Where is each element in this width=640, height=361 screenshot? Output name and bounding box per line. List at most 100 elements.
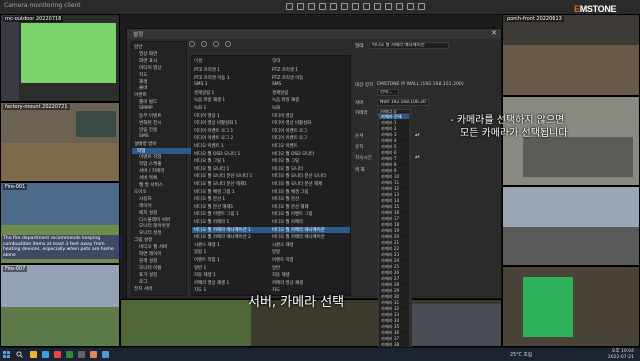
job-row[interactable]: 비디오 월 분산 1 비디오 월 분산: [192, 196, 350, 202]
nav-item[interactable]: 그림 설정: [134, 237, 152, 243]
nav-item[interactable]: 화면 레이어: [134, 251, 162, 257]
taskbar-app-icon[interactable]: [66, 351, 73, 358]
layout-icon[interactable]: [286, 3, 293, 10]
job-row[interactable]: 비디오 월 카메라 애니메이션 2 비디오 월 카메라 애니메이션: [192, 234, 350, 240]
job-row[interactable]: 비디오 이벤트 1 비디오 이벤트: [192, 143, 350, 149]
taskbar-app-icon[interactable]: [78, 351, 85, 358]
job-row[interactable]: PTZ 프리셋 1 PTZ 프리셋 1: [192, 67, 350, 73]
job-row[interactable]: 카메라 영상 재생 1 카메라 영상 재생: [192, 280, 350, 286]
taskbar-edge-icon[interactable]: [42, 351, 49, 358]
job-row[interactable]: 비디오 월 모니터 1 비디오 월 모니터: [192, 166, 350, 172]
system-clock[interactable]: 오후 10:04 2022-07-21: [608, 349, 634, 360]
job-row[interactable]: 비디오 월 그릴 1 비디오 월 그릴: [192, 158, 350, 164]
delete-icon[interactable]: [213, 41, 219, 47]
job-row[interactable]: SMS 1 SMS: [192, 82, 350, 88]
job-row[interactable]: 비디오 월 카메라 1 비디오 월 카메라: [192, 219, 350, 225]
job-row[interactable]: 녹화 1 녹화: [192, 105, 350, 111]
nav-item[interactable]: 로그: [134, 279, 147, 285]
nav-item[interactable]: 모니터 성정: [134, 230, 162, 236]
info-icon[interactable]: [396, 3, 403, 10]
job-row[interactable]: 일반 1 일반: [192, 265, 350, 271]
taskbar-app-icon[interactable]: [54, 351, 61, 358]
job-row[interactable]: 녹음 파일 재생 1 녹음 파일 재생: [192, 97, 350, 103]
server-select[interactable]: NVR 192.168.100.30: [377, 99, 429, 106]
edit-icon[interactable]: [201, 41, 207, 47]
nav-item[interactable]: 미디어 영상: [134, 65, 162, 71]
nav-item[interactable]: 재생: [134, 79, 147, 85]
alarm-icon[interactable]: [363, 3, 370, 10]
camera-tile-8[interactable]: [502, 266, 640, 347]
nav-item[interactable]: SMS: [134, 134, 149, 139]
nav-item[interactable]: 원격 설정: [134, 258, 157, 264]
nav-item[interactable]: 변화된 전시: [134, 120, 162, 126]
job-row[interactable]: 미디어 영상 비활성화 1 미디어 영상 비활성화: [192, 120, 350, 126]
dropdown-scrollbar[interactable]: [409, 114, 412, 358]
job-row[interactable]: 비디오 월 카메라 애니메이션 1 비디오 월 카메라 애니메이션: [192, 226, 350, 233]
nav-item[interactable]: 이벤트 작업: [134, 154, 162, 160]
settings-icon[interactable]: [374, 3, 381, 10]
job-row[interactable]: 시퀀스 재생 1 시퀀스 재생: [192, 242, 350, 248]
fullscreen-icon[interactable]: [418, 3, 425, 10]
job-row[interactable]: PTZ 프리셋 이동 1 PTZ 프리셋 이동: [192, 75, 350, 81]
nav-item[interactable]: 전치 서버: [134, 286, 152, 292]
nav-item[interactable]: 화면 표시: [134, 58, 157, 64]
nav-item[interactable]: 모니터 이름: [134, 265, 162, 271]
nav-item[interactable]: 설배병 병비: [134, 141, 157, 147]
order-spin-icon[interactable]: ▴▾: [415, 133, 420, 138]
job-row[interactable]: 비디오 월 모니터 분산 해제1 비디오 월 모니터 분산 해제: [192, 181, 350, 187]
job-row[interactable]: 비디오 월 배경 그림 1 비디오 월 배경 그림: [192, 189, 350, 195]
camera-tile-2[interactable]: factory-mount 20220721: [0, 102, 120, 182]
nav-item[interactable]: 룰이 빌드: [134, 99, 157, 105]
search-icon[interactable]: [341, 3, 348, 10]
taskbar-search-icon[interactable]: [16, 351, 23, 358]
nav-item[interactable]: 지도: [134, 72, 147, 78]
job-row[interactable]: 자동 재생 1 자동 재생: [192, 272, 350, 278]
job-row[interactable]: 비디오 월 분산 해제1 비디오 월 분산 해제: [192, 204, 350, 210]
taskbar-app-icon[interactable]: [90, 351, 97, 358]
nav-item[interactable]: 표가 설정: [134, 272, 157, 278]
nav-item[interactable]: 서버 목록: [134, 175, 157, 181]
nav-item[interactable]: 알림 전송: [134, 127, 157, 133]
camera-tile-4[interactable]: Fire-007: [0, 264, 120, 347]
nav-item[interactable]: 동부 이벤트: [134, 113, 162, 119]
nav-item[interactable]: 에지 설정: [134, 210, 157, 216]
windows-start-icon[interactable]: [3, 351, 10, 358]
log-icon[interactable]: [352, 3, 359, 10]
grid-icon[interactable]: [297, 3, 304, 10]
nav-item[interactable]: 디스플레이 서버: [134, 217, 170, 223]
camera-dropdown-list[interactable]: 카메라 전체 카메라 1 카메라 2 카메라 3 카메라 4 카메라 5 카메라 6 카메라 …: [378, 113, 412, 360]
user-icon[interactable]: [385, 3, 392, 10]
nav-item[interactable]: 웹 발 서비스: [134, 182, 163, 188]
job-row[interactable]: 비디오 월 이벤트 그림 1 비디오 월 이벤트 그림: [192, 211, 350, 217]
close-icon[interactable]: ✕: [491, 29, 497, 37]
copy-icon[interactable]: [225, 41, 231, 47]
nav-item[interactable]: 작업 스케줄: [134, 161, 162, 167]
taskbar-explorer-icon[interactable]: [30, 351, 37, 358]
nav-item[interactable]: 비디오 월 서버: [134, 244, 167, 250]
job-row[interactable]: 미디어 이벤트 로그 2 미디어 이벤트 로그: [192, 135, 350, 141]
nav-item[interactable]: SMMP: [134, 106, 153, 111]
type-select[interactable]: 비디오 월 카메라 애니메이션: [369, 42, 449, 49]
job-row[interactable]: 미디어 이벤트 로그 1 미디어 이벤트 로그: [192, 128, 350, 134]
nav-item[interactable]: 작업: [132, 147, 191, 154]
nav-item[interactable]: 사용자: [134, 196, 152, 202]
nav-item[interactable]: 레이어: [134, 203, 152, 209]
job-row[interactable]: 비디오 월 모니터 분산 모니터 1 비디오 월 모니터 분산 모니터: [192, 173, 350, 179]
nav-item[interactable]: 서버 / 카메라: [134, 168, 165, 174]
job-row[interactable]: 경계알림 1 경계알림: [192, 90, 350, 96]
playback-icon[interactable]: [319, 3, 326, 10]
camera-tile-7[interactable]: [502, 186, 640, 266]
job-row[interactable]: 비디오 월 OSD 모니터 1 비디오 월 OSD 모니터: [192, 151, 350, 157]
camera-tile-1[interactable]: rnc-outdoor 20220718: [0, 14, 120, 102]
job-row[interactable]: 알람 1 알람: [192, 249, 350, 255]
weather-widget[interactable]: 25°C 흐림: [510, 351, 532, 358]
camera-tile-6[interactable]: [502, 96, 640, 186]
add-icon[interactable]: [189, 41, 195, 47]
nav-item[interactable]: 줄바: [134, 85, 147, 91]
job-row[interactable]: 이벤트 작업 1 이벤트 작업: [192, 257, 350, 263]
taskbar-app-icon[interactable]: [102, 351, 109, 358]
select-button[interactable]: 선택...: [377, 89, 399, 96]
volume-icon[interactable]: [407, 3, 414, 10]
map-icon[interactable]: [330, 3, 337, 10]
nav-item[interactable]: 이벤트: [134, 92, 147, 98]
